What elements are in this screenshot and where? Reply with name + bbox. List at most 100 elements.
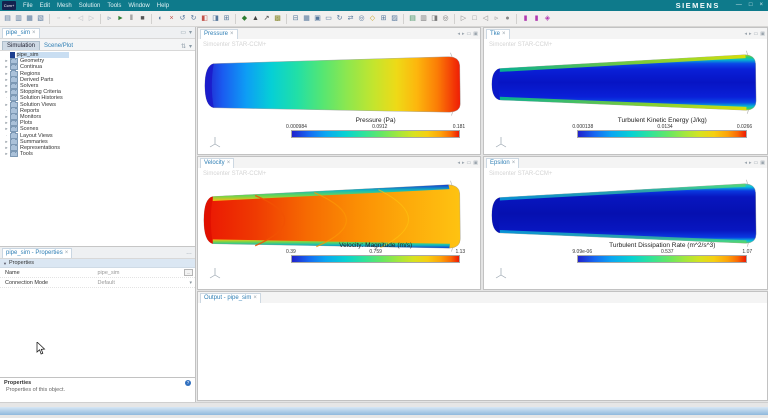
tab-close-icon[interactable]: × (502, 31, 506, 37)
menu-help[interactable]: Help (157, 3, 169, 9)
zoom-view-icon[interactable]: ◎ (357, 14, 367, 24)
maximize-view-icon[interactable]: ▭ (467, 160, 472, 166)
scene-table-icon[interactable]: ▣ (313, 14, 323, 24)
load-simulation-icon[interactable]: ▥ (14, 14, 24, 24)
rubberband-select-icon[interactable]: ▭ (324, 14, 334, 24)
macro-record-icon[interactable]: ▮ (521, 14, 531, 24)
pressure-scene-canvas[interactable]: Simcenter STAR-CCM+ Pressure (Pa) 0.0009… (198, 39, 480, 154)
undo-icon[interactable]: ◁ (76, 14, 86, 24)
menu-solution[interactable]: Solution (79, 3, 101, 9)
reset-view-icon[interactable]: ↺ (178, 14, 188, 24)
tab-velocity[interactable]: Velocity × (200, 157, 235, 168)
expand-icon[interactable]: ▸ (4, 145, 9, 151)
scene-grid-icon[interactable]: ▦ (302, 14, 312, 24)
initialize-solution-icon[interactable]: ◐ (156, 14, 166, 24)
save-all-icon[interactable]: ▧ (36, 14, 46, 24)
scroll-left-icon[interactable]: ◂ (458, 160, 461, 166)
float-view-icon[interactable]: ▣ (760, 160, 765, 166)
tab-epsilon[interactable]: Epsilon × (486, 157, 520, 168)
scroll-right-icon[interactable]: ▸ (462, 160, 465, 166)
restore-view-icon[interactable]: ↻ (189, 14, 199, 24)
scroll-left-icon[interactable]: ◂ (745, 31, 748, 37)
sync-views-icon[interactable]: ◎ (441, 14, 451, 24)
new-simulation-icon[interactable]: ▤ (3, 14, 13, 24)
tab-pipe-sim[interactable]: pipe_sim × (2, 27, 40, 38)
filter-dropdown-icon[interactable]: ▾ (189, 43, 192, 50)
edit-tool-icon[interactable]: ◧ (200, 14, 210, 24)
macro-play-icon[interactable]: ▮ (532, 14, 542, 24)
step-forward-icon[interactable]: ▹ (492, 14, 502, 24)
ellipsis-button[interactable]: … (184, 269, 193, 276)
tree-item-tools[interactable]: ▸ Tools (0, 150, 195, 158)
expand-icon[interactable]: ▸ (4, 114, 9, 120)
velocity-scene-canvas[interactable]: Simcenter STAR-CCM+ Velocity: Magnitude … (198, 168, 480, 289)
tab-output-pipe-sim[interactable]: Output - pipe_sim × (200, 292, 261, 303)
link-views-icon[interactable]: ◨ (430, 14, 440, 24)
pin-icon[interactable]: ▭ (180, 29, 186, 36)
close-icon[interactable]: × (759, 0, 763, 11)
record-animation-icon[interactable]: ● (503, 14, 513, 24)
tab-tke[interactable]: Tke × (486, 28, 510, 39)
expand-icon[interactable]: ▸ (4, 71, 9, 77)
tab-list-icon[interactable]: ▾ (189, 29, 192, 36)
expand-icon[interactable]: ▸ (4, 83, 9, 89)
maximize-view-icon[interactable]: ▭ (754, 160, 759, 166)
tab-close-icon[interactable]: × (512, 160, 516, 166)
scroll-right-icon[interactable]: ▸ (749, 160, 752, 166)
save-scene-icon[interactable]: ⊟ (291, 14, 301, 24)
pan-view-icon[interactable]: ⇄ (346, 14, 356, 24)
tab-close-icon[interactable]: × (32, 30, 36, 36)
sort-icon[interactable]: ⇅ (181, 43, 186, 50)
tab-close-icon[interactable]: × (253, 295, 257, 301)
run-icon[interactable]: ► (116, 14, 126, 24)
expand-icon[interactable]: ▸ (4, 126, 9, 132)
expand-icon[interactable]: ▸ (4, 151, 9, 157)
select-tool-icon[interactable]: ▲ (251, 14, 261, 24)
stop-icon[interactable]: ■ (138, 14, 148, 24)
copy-icon[interactable]: ▪ (65, 14, 75, 24)
tab-scene-plot[interactable]: Scene/Plot (40, 42, 77, 50)
chevron-down-icon[interactable]: ▾ (189, 280, 192, 286)
float-view-icon[interactable]: ▣ (760, 31, 765, 37)
maximize-view-icon[interactable]: ▭ (467, 31, 472, 37)
name-value[interactable]: pipe_sim (98, 270, 120, 276)
expand-icon[interactable]: ▸ (4, 102, 9, 108)
expand-icon[interactable]: ▸ (4, 64, 9, 70)
tke-scene-canvas[interactable]: Simcenter STAR-CCM+ Turbulent Kinetic En… (484, 39, 767, 154)
probe-tool-icon[interactable]: ↗ (262, 14, 272, 24)
more-icon[interactable]: … (186, 250, 192, 256)
save-icon[interactable]: ▦ (25, 14, 35, 24)
menu-file[interactable]: File (23, 3, 33, 9)
scroll-right-icon[interactable]: ▸ (462, 31, 465, 37)
tab-close-icon[interactable]: × (65, 250, 69, 256)
minimize-icon[interactable]: — (736, 0, 742, 11)
maximize-icon[interactable]: □ (749, 0, 753, 11)
highlight-tool-icon[interactable]: ◇ (368, 14, 378, 24)
tab-properties[interactable]: pipe_sim - Properties × (2, 247, 73, 258)
rotate-view-icon[interactable]: ↻ (335, 14, 345, 24)
step-icon[interactable]: ▹ (105, 14, 115, 24)
scroll-right-icon[interactable]: ▸ (749, 31, 752, 37)
clear-solution-icon[interactable]: × (167, 14, 177, 24)
new-plot-icon[interactable]: ▤ (408, 14, 418, 24)
perspective-toggle-icon[interactable]: ▨ (390, 14, 400, 24)
tab-simulation[interactable]: Simulation (2, 41, 41, 50)
connection-mode-value[interactable]: Default (98, 280, 115, 286)
float-view-icon[interactable]: ▣ (473, 31, 478, 37)
menu-edit[interactable]: Edit (40, 3, 50, 9)
menu-window[interactable]: Window (128, 3, 149, 9)
table-view-icon[interactable]: ▥ (419, 14, 429, 24)
epsilon-scene-canvas[interactable]: Simcenter STAR-CCM+ Turbulent Dissipatio… (484, 168, 767, 289)
properties-section-header[interactable]: ▼ Properties (0, 259, 195, 268)
tab-pressure[interactable]: Pressure × (200, 28, 238, 39)
expand-icon[interactable]: ▸ (4, 89, 9, 95)
scroll-left-icon[interactable]: ◂ (745, 160, 748, 166)
float-view-icon[interactable]: ▣ (473, 160, 478, 166)
expand-icon[interactable]: ▸ (4, 139, 9, 145)
stop-animation-icon[interactable]: □ (470, 14, 480, 24)
scroll-left-icon[interactable]: ◂ (458, 31, 461, 37)
expand-icon[interactable]: ▸ (4, 120, 9, 126)
duplicate-icon[interactable]: ⊞ (222, 14, 232, 24)
tab-close-icon[interactable]: × (230, 31, 234, 37)
expand-icon[interactable]: ▸ (4, 58, 9, 64)
